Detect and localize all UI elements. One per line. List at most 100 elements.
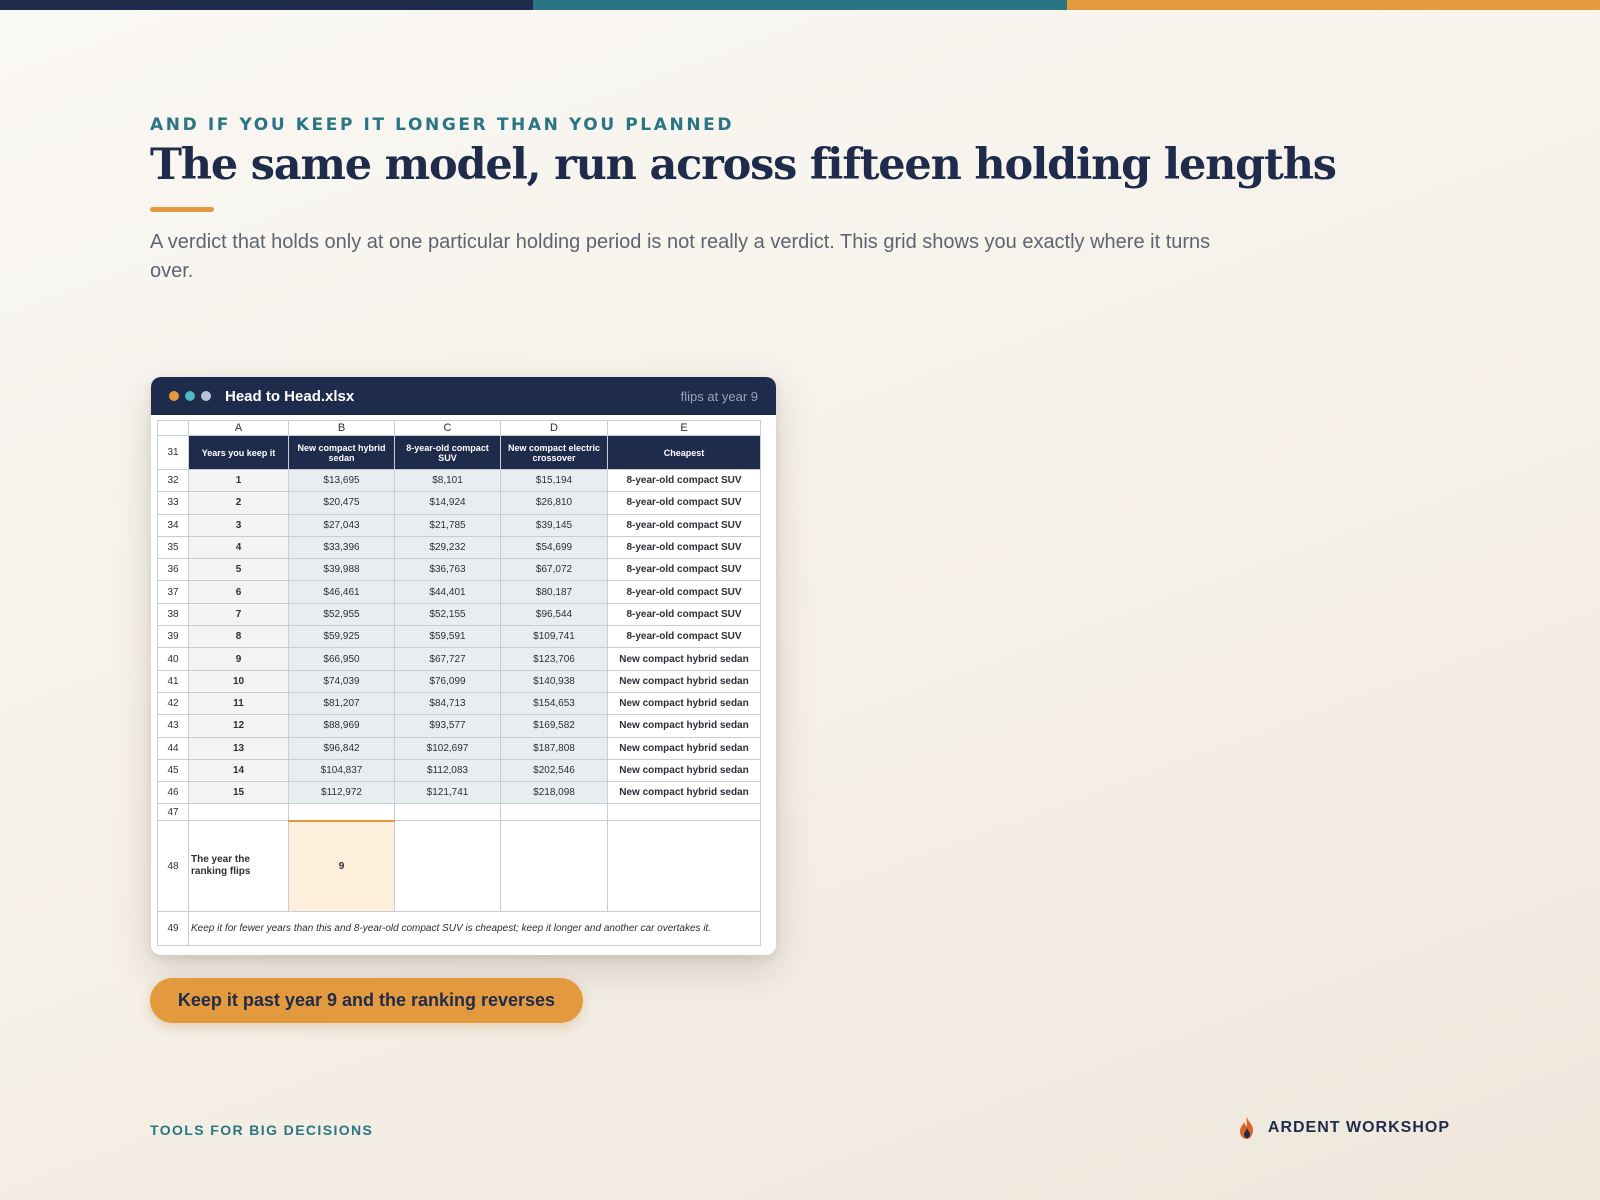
empty-cell[interactable] xyxy=(288,803,395,822)
years-cell[interactable]: 6 xyxy=(188,580,289,604)
column-header-e[interactable]: E xyxy=(607,420,761,436)
compact-suv-cost-cell[interactable]: $36,763 xyxy=(394,558,501,582)
years-cell[interactable]: 15 xyxy=(188,781,289,805)
electric-crossover-cost-cell[interactable]: $169,582 xyxy=(500,714,608,738)
cheapest-cell[interactable]: 8-year-old compact SUV xyxy=(607,513,761,537)
compact-suv-cost-cell[interactable]: $52,155 xyxy=(394,602,501,627)
compact-suv-cost-cell[interactable]: $8,101 xyxy=(394,468,501,493)
electric-crossover-cost-cell[interactable]: $80,187 xyxy=(500,580,608,604)
hybrid-sedan-cost-cell[interactable]: $88,969 xyxy=(288,714,395,738)
row-number[interactable]: 31 xyxy=(157,435,189,470)
header-cheapest[interactable]: Cheapest xyxy=(607,435,761,470)
cheapest-cell[interactable]: 8-year-old compact SUV xyxy=(607,491,761,515)
compact-suv-cost-cell[interactable]: $21,785 xyxy=(394,513,501,537)
hybrid-sedan-cost-cell[interactable]: $46,461 xyxy=(288,580,395,604)
cheapest-cell[interactable]: 8-year-old compact SUV xyxy=(607,468,761,493)
hybrid-sedan-cost-cell[interactable]: $27,043 xyxy=(288,513,395,537)
electric-crossover-cost-cell[interactable]: $109,741 xyxy=(500,625,608,649)
compact-suv-cost-cell[interactable]: $121,741 xyxy=(394,781,501,805)
flip-year-label[interactable]: The year the ranking flips xyxy=(188,820,289,913)
row-number[interactable]: 47 xyxy=(157,803,189,822)
row-number[interactable]: 32 xyxy=(157,468,189,493)
cheapest-cell[interactable]: 8-year-old compact SUV xyxy=(607,580,761,604)
compact-suv-cost-cell[interactable]: $84,713 xyxy=(394,691,501,716)
empty-cell[interactable] xyxy=(500,820,608,913)
electric-crossover-cost-cell[interactable]: $154,653 xyxy=(500,691,608,716)
window-dot-grey[interactable] xyxy=(201,391,211,401)
hybrid-sedan-cost-cell[interactable]: $52,955 xyxy=(288,602,395,627)
header-compact-suv[interactable]: 8-year-old compact SUV xyxy=(394,435,501,470)
compact-suv-cost-cell[interactable]: $112,083 xyxy=(394,758,501,783)
hybrid-sedan-cost-cell[interactable]: $104,837 xyxy=(288,758,395,783)
compact-suv-cost-cell[interactable]: $67,727 xyxy=(394,647,501,671)
electric-crossover-cost-cell[interactable]: $96,544 xyxy=(500,602,608,627)
electric-crossover-cost-cell[interactable]: $187,808 xyxy=(500,736,608,760)
years-cell[interactable]: 1 xyxy=(188,468,289,493)
empty-cell[interactable] xyxy=(394,820,501,913)
years-cell[interactable]: 10 xyxy=(188,669,289,693)
empty-cell[interactable] xyxy=(500,803,608,822)
cheapest-cell[interactable]: New compact hybrid sedan xyxy=(607,781,761,805)
compact-suv-cost-cell[interactable]: $14,924 xyxy=(394,491,501,515)
row-number[interactable]: 42 xyxy=(157,691,189,716)
cheapest-cell[interactable]: New compact hybrid sedan xyxy=(607,758,761,783)
corner-cell[interactable] xyxy=(157,420,189,436)
electric-crossover-cost-cell[interactable]: $26,810 xyxy=(500,491,608,515)
years-cell[interactable]: 14 xyxy=(188,758,289,783)
cheapest-cell[interactable]: 8-year-old compact SUV xyxy=(607,535,761,560)
empty-cell[interactable] xyxy=(188,803,289,822)
row-number[interactable]: 36 xyxy=(157,558,189,582)
hybrid-sedan-cost-cell[interactable]: $112,972 xyxy=(288,781,395,805)
cheapest-cell[interactable]: New compact hybrid sedan xyxy=(607,669,761,693)
hybrid-sedan-cost-cell[interactable]: $96,842 xyxy=(288,736,395,760)
row-number[interactable]: 45 xyxy=(157,758,189,783)
row-number[interactable]: 44 xyxy=(157,736,189,760)
row-number[interactable]: 33 xyxy=(157,491,189,515)
header-years[interactable]: Years you keep it xyxy=(188,435,289,470)
electric-crossover-cost-cell[interactable]: $39,145 xyxy=(500,513,608,537)
compact-suv-cost-cell[interactable]: $76,099 xyxy=(394,669,501,693)
electric-crossover-cost-cell[interactable]: $123,706 xyxy=(500,647,608,671)
cheapest-cell[interactable]: New compact hybrid sedan xyxy=(607,714,761,738)
hybrid-sedan-cost-cell[interactable]: $59,925 xyxy=(288,625,395,649)
hybrid-sedan-cost-cell[interactable]: $20,475 xyxy=(288,491,395,515)
electric-crossover-cost-cell[interactable]: $15,194 xyxy=(500,468,608,493)
hybrid-sedan-cost-cell[interactable]: $66,950 xyxy=(288,647,395,671)
row-number[interactable]: 34 xyxy=(157,513,189,537)
compact-suv-cost-cell[interactable]: $44,401 xyxy=(394,580,501,604)
row-number[interactable]: 35 xyxy=(157,535,189,560)
years-cell[interactable]: 2 xyxy=(188,491,289,515)
empty-cell[interactable] xyxy=(607,803,761,822)
years-cell[interactable]: 13 xyxy=(188,736,289,760)
years-cell[interactable]: 7 xyxy=(188,602,289,627)
hybrid-sedan-cost-cell[interactable]: $81,207 xyxy=(288,691,395,716)
row-number[interactable]: 37 xyxy=(157,580,189,604)
years-cell[interactable]: 4 xyxy=(188,535,289,560)
row-number[interactable]: 43 xyxy=(157,714,189,738)
electric-crossover-cost-cell[interactable]: $67,072 xyxy=(500,558,608,582)
hybrid-sedan-cost-cell[interactable]: $39,988 xyxy=(288,558,395,582)
years-cell[interactable]: 3 xyxy=(188,513,289,537)
row-number[interactable]: 41 xyxy=(157,669,189,693)
electric-crossover-cost-cell[interactable]: $202,546 xyxy=(500,758,608,783)
window-dot-orange[interactable] xyxy=(169,391,179,401)
hybrid-sedan-cost-cell[interactable]: $13,695 xyxy=(288,468,395,493)
electric-crossover-cost-cell[interactable]: $218,098 xyxy=(500,781,608,805)
compact-suv-cost-cell[interactable]: $59,591 xyxy=(394,625,501,649)
years-cell[interactable]: 11 xyxy=(188,691,289,716)
column-header-a[interactable]: A xyxy=(188,420,289,436)
empty-cell[interactable] xyxy=(394,803,501,822)
years-cell[interactable]: 5 xyxy=(188,558,289,582)
compact-suv-cost-cell[interactable]: $93,577 xyxy=(394,714,501,738)
years-cell[interactable]: 9 xyxy=(188,647,289,671)
column-header-c[interactable]: C xyxy=(394,420,501,436)
cheapest-cell[interactable]: New compact hybrid sedan xyxy=(607,647,761,671)
compact-suv-cost-cell[interactable]: $102,697 xyxy=(394,736,501,760)
explanatory-note[interactable]: Keep it for fewer years than this and 8-… xyxy=(188,911,761,947)
row-number[interactable]: 38 xyxy=(157,602,189,627)
cheapest-cell[interactable]: 8-year-old compact SUV xyxy=(607,602,761,627)
row-number[interactable]: 40 xyxy=(157,647,189,671)
row-number[interactable]: 39 xyxy=(157,625,189,649)
hybrid-sedan-cost-cell[interactable]: $33,396 xyxy=(288,535,395,560)
years-cell[interactable]: 12 xyxy=(188,714,289,738)
